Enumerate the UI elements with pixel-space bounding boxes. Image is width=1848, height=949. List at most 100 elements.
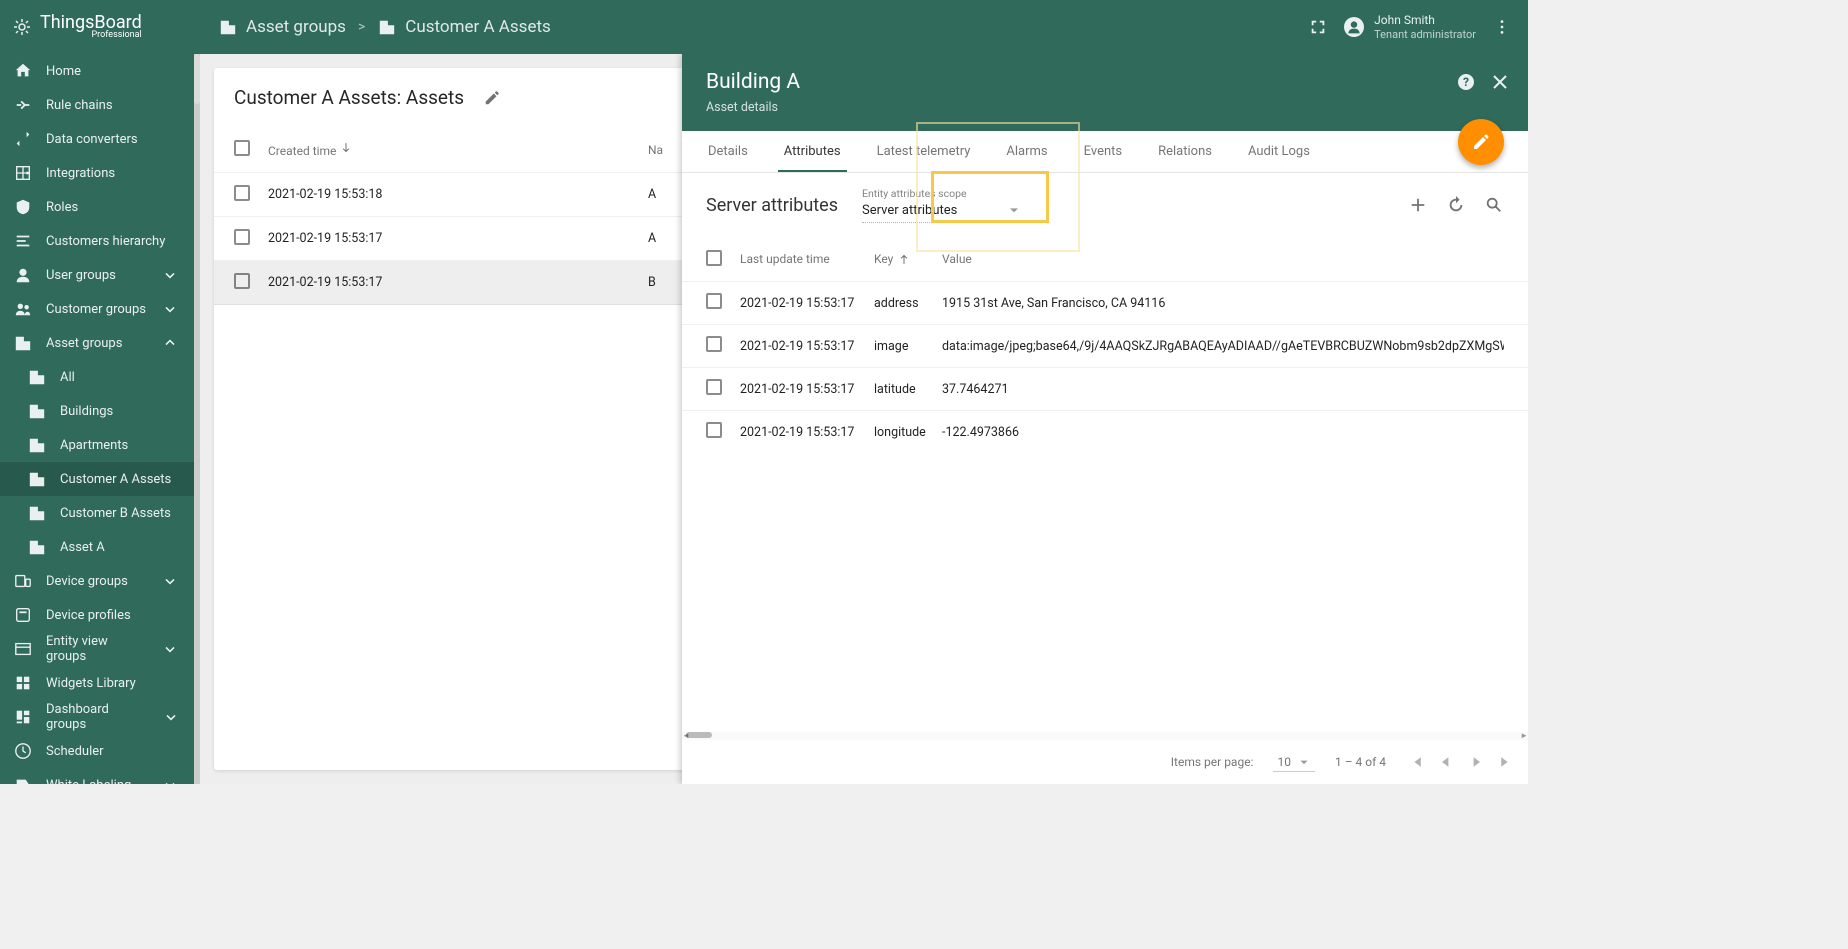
nav-label: Customers hierarchy [46,234,165,249]
sidebar-item-data-converters[interactable]: Data converters [0,122,194,156]
nav-label: Roles [46,200,78,215]
domain-icon [377,17,397,37]
row-checkbox[interactable] [234,185,250,201]
sidebar-item-device-profiles[interactable]: Device profiles [0,598,194,632]
gear-icon [12,17,32,37]
cell-value: data:image/jpeg;base64,/9j/4AAQSkZJRgABA… [942,339,1504,354]
nav-label: Customer groups [46,302,146,317]
tab-audit-logs[interactable]: Audit Logs [1230,131,1328,172]
sidebar-item-widgets-library[interactable]: Widgets Library [0,666,194,700]
tab-events[interactable]: Events [1066,131,1140,172]
sidebar-item-user-groups[interactable]: User groups [0,258,194,292]
next-page-icon[interactable] [1466,752,1486,772]
logo[interactable]: ThingsBoard Professional [0,14,194,40]
attr-row[interactable]: 2021-02-19 15:53:17longitude-122.4973866 [682,410,1528,453]
nav-label: Device groups [46,574,128,589]
chevron-up-icon [160,333,180,353]
users-icon [14,300,32,318]
close-icon[interactable] [1490,72,1510,92]
convert-icon [14,130,32,148]
sidebar-item-all[interactable]: All [0,360,194,394]
attr-row[interactable]: 2021-02-19 15:53:17address1915 31st Ave,… [682,281,1528,324]
col-value[interactable]: Value [942,252,1504,266]
nav-label: Scheduler [46,744,104,759]
last-page-icon[interactable] [1496,752,1516,772]
select-all-checkbox[interactable] [234,140,250,156]
sidebar-item-customers-hierarchy[interactable]: Customers hierarchy [0,224,194,258]
tab-latest-telemetry[interactable]: Latest telemetry [859,131,989,172]
sidebar-item-buildings[interactable]: Buildings [0,394,194,428]
sidebar-item-device-groups[interactable]: Device groups [0,564,194,598]
domain-icon [28,504,46,522]
sidebar-item-white-labeling[interactable]: White Labeling [0,768,194,784]
sidebar-item-roles[interactable]: Roles [0,190,194,224]
row-checkbox[interactable] [234,273,250,289]
user-name: John Smith [1374,13,1476,27]
sidebar-item-customer-b-assets[interactable]: Customer B Assets [0,496,194,530]
sidebar-item-integrations[interactable]: Integrations [0,156,194,190]
home-icon [14,62,32,80]
cell-key: latitude [874,382,942,397]
fullscreen-icon[interactable] [1308,17,1328,37]
cell-created: 2021-02-19 15:53:18 [268,187,648,202]
sidebar-item-rule-chains[interactable]: Rule chains [0,88,194,122]
prev-page-icon[interactable] [1436,752,1456,772]
paginator-label: Items per page: [1171,755,1254,769]
sidebar-item-home[interactable]: Home [0,54,194,88]
sidebar-item-entity-view-groups[interactable]: Entity view groups [0,632,194,666]
pencil-icon [1471,132,1491,152]
attr-checkbox[interactable] [706,379,722,395]
attr-checkbox[interactable] [706,293,722,309]
first-page-icon[interactable] [1406,752,1426,772]
sidebar-item-asset-a[interactable]: Asset A [0,530,194,564]
nav-label: Home [46,64,81,79]
sidebar-item-apartments[interactable]: Apartments [0,428,194,462]
sidebar-item-dashboard-groups[interactable]: Dashboard groups [0,700,194,734]
user-menu[interactable]: John Smith Tenant administrator [1344,13,1476,41]
nav-label: Widgets Library [46,676,136,691]
col-last-update[interactable]: Last update time [740,252,874,266]
horizontal-scrollbar[interactable]: ◄ ► [682,732,1528,740]
cell-created: 2021-02-19 15:53:17 [268,231,648,246]
sidebar-item-asset-groups[interactable]: Asset groups [0,326,194,360]
header: ThingsBoard Professional Asset groups > … [0,0,1528,54]
tab-alarms[interactable]: Alarms [988,131,1065,172]
chevron-down-icon [161,707,180,727]
edit-fab[interactable] [1458,119,1504,165]
refresh-icon[interactable] [1446,195,1466,215]
tab-relations[interactable]: Relations [1140,131,1230,172]
cell-key: image [874,339,942,354]
attr-checkbox[interactable] [706,422,722,438]
domain-icon [28,470,46,488]
cell-value: 37.7464271 [942,382,1504,397]
sidebar-item-scheduler[interactable]: Scheduler [0,734,194,768]
tab-details[interactable]: Details [690,131,766,172]
domain-icon [28,436,46,454]
more-icon[interactable] [1492,17,1512,37]
sidebar-item-customer-groups[interactable]: Customer groups [0,292,194,326]
cell-value: -122.4973866 [942,425,1504,440]
breadcrumbs: Asset groups > Customer A Assets [194,17,1308,37]
breadcrumb-customer-a[interactable]: Customer A Assets [377,17,551,37]
scope-select[interactable]: Entity attributes scope Server attribute… [862,187,1022,223]
sidebar-item-customer-a-assets[interactable]: Customer A Assets [0,462,194,496]
search-icon[interactable] [1484,195,1504,215]
attr-row[interactable]: 2021-02-19 15:53:17imagedata:image/jpeg;… [682,324,1528,367]
row-checkbox[interactable] [234,229,250,245]
add-icon[interactable] [1408,195,1428,215]
attr-row[interactable]: 2021-02-19 15:53:17latitude37.7464271 [682,367,1528,410]
cell-key: longitude [874,425,942,440]
attr-select-all[interactable] [706,250,722,266]
tab-attributes[interactable]: Attributes [766,131,859,172]
col-key[interactable]: Key [874,252,942,266]
nav-label: White Labeling [46,778,131,785]
col-created[interactable]: Created time [268,141,648,158]
page-size-select[interactable]: 10 [1273,753,1315,772]
paginator: Items per page: 10 1 – 4 of 4 [682,740,1528,784]
hierarchy-icon [14,232,32,250]
help-icon[interactable] [1456,72,1476,92]
breadcrumb-asset-groups[interactable]: Asset groups [218,17,346,37]
pencil-icon[interactable] [482,88,502,108]
attr-checkbox[interactable] [706,336,722,352]
shield-icon [14,198,32,216]
